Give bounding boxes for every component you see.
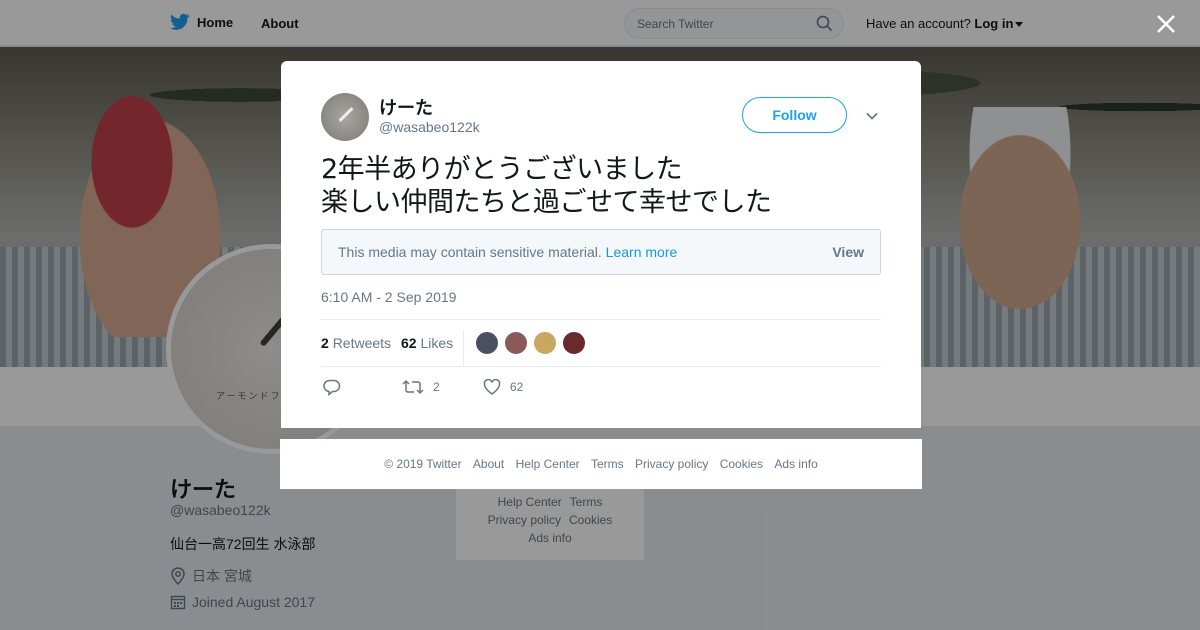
sensitive-media-notice: This media may contain sensitive materia… [321, 229, 881, 275]
footer-copyright: © 2019 Twitter [384, 457, 462, 471]
stats-divider [463, 330, 464, 366]
reply-icon [323, 379, 341, 396]
retweet-icon [402, 379, 424, 395]
footer-ads-info-link[interactable]: Ads info [774, 457, 817, 471]
view-media-button[interactable]: View [832, 244, 864, 260]
learn-more-link[interactable]: Learn more [606, 244, 678, 260]
retweet-count: 2 [433, 380, 440, 394]
footer-about-link[interactable]: About [473, 457, 504, 471]
modal-footer-links: © 2019 Twitter About Help Center Terms P… [280, 439, 922, 489]
retweets-count: 2 [321, 335, 329, 351]
likes-stat[interactable]: 62 Likes [401, 335, 453, 351]
tweet-stats: 2 Retweets 62 Likes [321, 319, 881, 367]
like-count: 62 [510, 380, 524, 394]
chevron-down-icon[interactable] [865, 109, 879, 123]
liker-avatars [475, 331, 586, 355]
sensitive-notice-text: This media may contain sensitive materia… [338, 244, 602, 260]
tweet-timestamp[interactable]: 6:10 AM - 2 Sep 2019 [321, 289, 456, 305]
footer-help-center-link[interactable]: Help Center [516, 457, 580, 471]
tweet-text: 2年半ありがとうございました 楽しい仲間たちと過ごせて幸せでした [321, 154, 772, 218]
heart-icon [483, 379, 501, 395]
footer-terms-link[interactable]: Terms [591, 457, 624, 471]
retweets-stat[interactable]: 2 Retweets [321, 335, 391, 351]
like-button[interactable]: 62 [483, 379, 523, 395]
follow-button[interactable]: Follow [742, 97, 847, 133]
quill-icon [338, 107, 354, 122]
likes-count: 62 [401, 335, 417, 351]
liker-avatar[interactable] [533, 331, 557, 355]
tweet-modal: けーた @wasabeo122k Follow 2年半ありがとうございました 楽… [281, 61, 921, 428]
retweets-label: Retweets [332, 335, 392, 351]
reply-button[interactable] [323, 379, 341, 396]
tweet-author-name[interactable]: けーた [379, 94, 433, 120]
footer-privacy-link[interactable]: Privacy policy [635, 457, 708, 471]
tweet-author-avatar[interactable] [321, 93, 369, 141]
footer-cookies-link[interactable]: Cookies [720, 457, 763, 471]
tweet-author-handle[interactable]: @wasabeo122k [379, 119, 480, 135]
liker-avatar[interactable] [504, 331, 528, 355]
likes-label: Likes [420, 335, 454, 351]
retweet-button[interactable]: 2 [402, 379, 440, 395]
close-icon[interactable] [1154, 12, 1178, 36]
liker-avatar[interactable] [475, 331, 499, 355]
tweet-actions: 2 62 [321, 377, 621, 401]
liker-avatar[interactable] [562, 331, 586, 355]
